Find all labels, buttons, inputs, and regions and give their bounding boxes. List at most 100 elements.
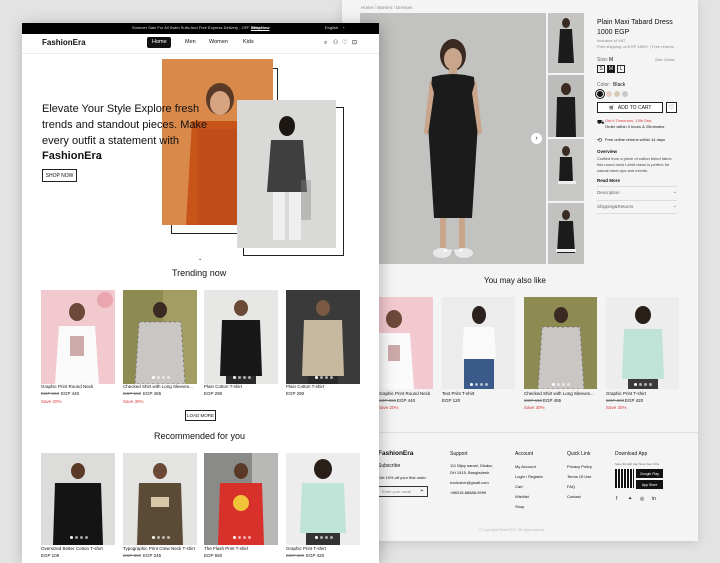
product-price: 1000 EGP	[597, 29, 630, 36]
product-card-image[interactable]	[442, 297, 515, 389]
breadcrumb[interactable]: Home / Women / Dresses	[361, 5, 412, 11]
card-title[interactable]: Graphic Print T-shirt	[606, 391, 646, 397]
card-price: EGP 290	[286, 391, 305, 396]
qr-code-icon	[615, 469, 634, 488]
card-price: EGP 455	[143, 391, 162, 396]
account-link[interactable]: Shop	[515, 505, 524, 509]
swatch-black[interactable]	[595, 89, 605, 99]
card-title[interactable]: Plain Cotton T-shirt	[286, 384, 324, 390]
accordion-description[interactable]: Description ⌄	[597, 186, 677, 200]
wishlist-heart-icon[interactable]: ♡	[666, 102, 677, 113]
language-select[interactable]: English	[325, 26, 338, 30]
card-title[interactable]: Oversized Better Cotton T-shirt	[41, 546, 103, 552]
product-card-image[interactable]	[41, 290, 115, 384]
size-value: M	[609, 57, 614, 63]
nav-kids[interactable]: Kids	[243, 39, 254, 46]
card-price: EGP 108	[41, 553, 60, 558]
truck-icon: ⛟	[597, 120, 605, 126]
card-old-price: EGP 600	[606, 398, 625, 403]
color-value: Black	[613, 82, 626, 88]
chevron-down-icon[interactable]: ⌄	[342, 25, 345, 29]
card-title[interactable]: Text Print T-shirt	[442, 391, 474, 397]
size-s[interactable]: S	[597, 65, 605, 73]
card-price: EGP 120	[442, 398, 461, 403]
linkedin-icon[interactable]: in	[652, 497, 656, 502]
product-card-image[interactable]	[123, 290, 197, 384]
card-old-price: EGP 600	[286, 553, 305, 558]
next-image-button[interactable]: ›	[531, 133, 542, 144]
product-card-image[interactable]	[123, 453, 197, 545]
read-more-link[interactable]: Read More	[597, 178, 620, 184]
nav-men[interactable]: Men	[185, 39, 196, 46]
send-icon[interactable]: ➢	[420, 489, 424, 494]
account-link[interactable]: My Account	[515, 465, 536, 469]
quick-link[interactable]: Terms Of Use	[567, 475, 591, 479]
thumbnail-4[interactable]	[548, 203, 584, 264]
thumbnail-2[interactable]	[548, 75, 584, 137]
card-title[interactable]: Plain Cotton T-shirt	[204, 384, 242, 390]
card-title[interactable]: Graphic Print Round Neck	[41, 384, 93, 390]
quick-link[interactable]: Privacy Policy	[567, 465, 592, 469]
image-dots[interactable]	[444, 249, 462, 252]
twitter-icon[interactable]: ✦	[628, 497, 632, 502]
swatch-pink[interactable]	[606, 91, 612, 97]
product-card-image[interactable]	[286, 290, 360, 384]
swatch-beige[interactable]	[614, 91, 620, 97]
thumbnail-3[interactable]	[548, 139, 584, 201]
footer-brand[interactable]: FashionEra	[378, 450, 413, 458]
product-title: Plain Maxi Tabard Dress	[597, 19, 673, 26]
accordion-shipping[interactable]: Shipping&Returns ⌄	[597, 200, 677, 214]
product-card-image[interactable]	[204, 453, 278, 545]
card-title[interactable]: The Flash Print T-shirt	[204, 546, 248, 552]
facebook-icon[interactable]: f	[616, 497, 617, 502]
account-link[interactable]: Cart	[515, 485, 523, 489]
quick-link[interactable]: Contact	[567, 495, 581, 499]
cart-icon[interactable]: ⊡	[352, 40, 357, 46]
search-icon[interactable]: ⌕	[324, 40, 327, 46]
account-link[interactable]: Wishlist	[515, 495, 529, 499]
product-card-image[interactable]	[286, 453, 360, 545]
product-card-image[interactable]	[606, 297, 679, 389]
load-more-button[interactable]: LOAD MORE	[185, 410, 216, 421]
account-link[interactable]: Login / Register	[515, 475, 543, 479]
support-title: Support	[450, 451, 468, 457]
return-icon: ⟲	[597, 138, 603, 144]
size-m[interactable]: M	[607, 65, 615, 73]
card-price: EGP 420	[625, 398, 644, 403]
add-to-cart-button[interactable]: 🛒︎ ADD TO CART	[597, 102, 663, 113]
chevron-down-icon[interactable]: ⌄	[198, 257, 202, 262]
overview-text-3: casual meet-ups and events.	[597, 168, 649, 173]
product-card-image[interactable]	[204, 290, 278, 384]
card-title[interactable]: Typographic Print Crew Neck T-shirt	[123, 546, 195, 552]
shop-now-button[interactable]: SHOP NOW	[42, 169, 77, 182]
email-input[interactable]: Enter your email ➢	[378, 486, 428, 497]
support-email[interactable]: exclusive@gmail.com	[450, 481, 489, 485]
product-card-image[interactable]	[524, 297, 597, 389]
thumbnail-1[interactable]	[548, 13, 584, 73]
product-main-image[interactable]: ›	[360, 13, 546, 264]
size-l[interactable]: L	[617, 65, 625, 73]
card-title[interactable]: Graphic Print T-shirt	[286, 546, 326, 552]
card-old-price: EGP 550	[41, 391, 60, 396]
product-card-image[interactable]	[41, 453, 115, 545]
heart-icon[interactable]: ♡	[342, 40, 347, 46]
size-guide-link[interactable]: Size Guide	[655, 58, 675, 62]
card-title[interactable]: Checked Shirt with Long Sleeves...	[524, 391, 594, 397]
shop-now-link[interactable]: ShopNow	[251, 26, 269, 30]
card-title[interactable]: Checked Shirt with Long Sleeves...	[123, 384, 193, 390]
card-old-price: EGP 550	[378, 398, 397, 403]
card-title[interactable]: Graphic Print Round Neck	[378, 391, 430, 397]
model-figure	[360, 13, 546, 264]
quick-link[interactable]: FAQ	[567, 485, 575, 489]
nav-home[interactable]: Home	[147, 37, 171, 48]
brand-logo[interactable]: FashionEra	[42, 39, 86, 47]
instagram-icon[interactable]: ◎	[640, 497, 644, 502]
nav-women[interactable]: Women	[209, 39, 228, 46]
support-phone[interactable]: +88015-88888-9999	[450, 491, 486, 495]
hero-image-woman	[237, 100, 336, 248]
user-icon[interactable]: ⚇	[333, 40, 338, 46]
google-play-button[interactable]: Google Play	[636, 469, 663, 478]
swatch-grey[interactable]	[622, 91, 628, 97]
app-store-button[interactable]: App Store	[636, 480, 663, 489]
size-label: Size:	[597, 57, 609, 63]
